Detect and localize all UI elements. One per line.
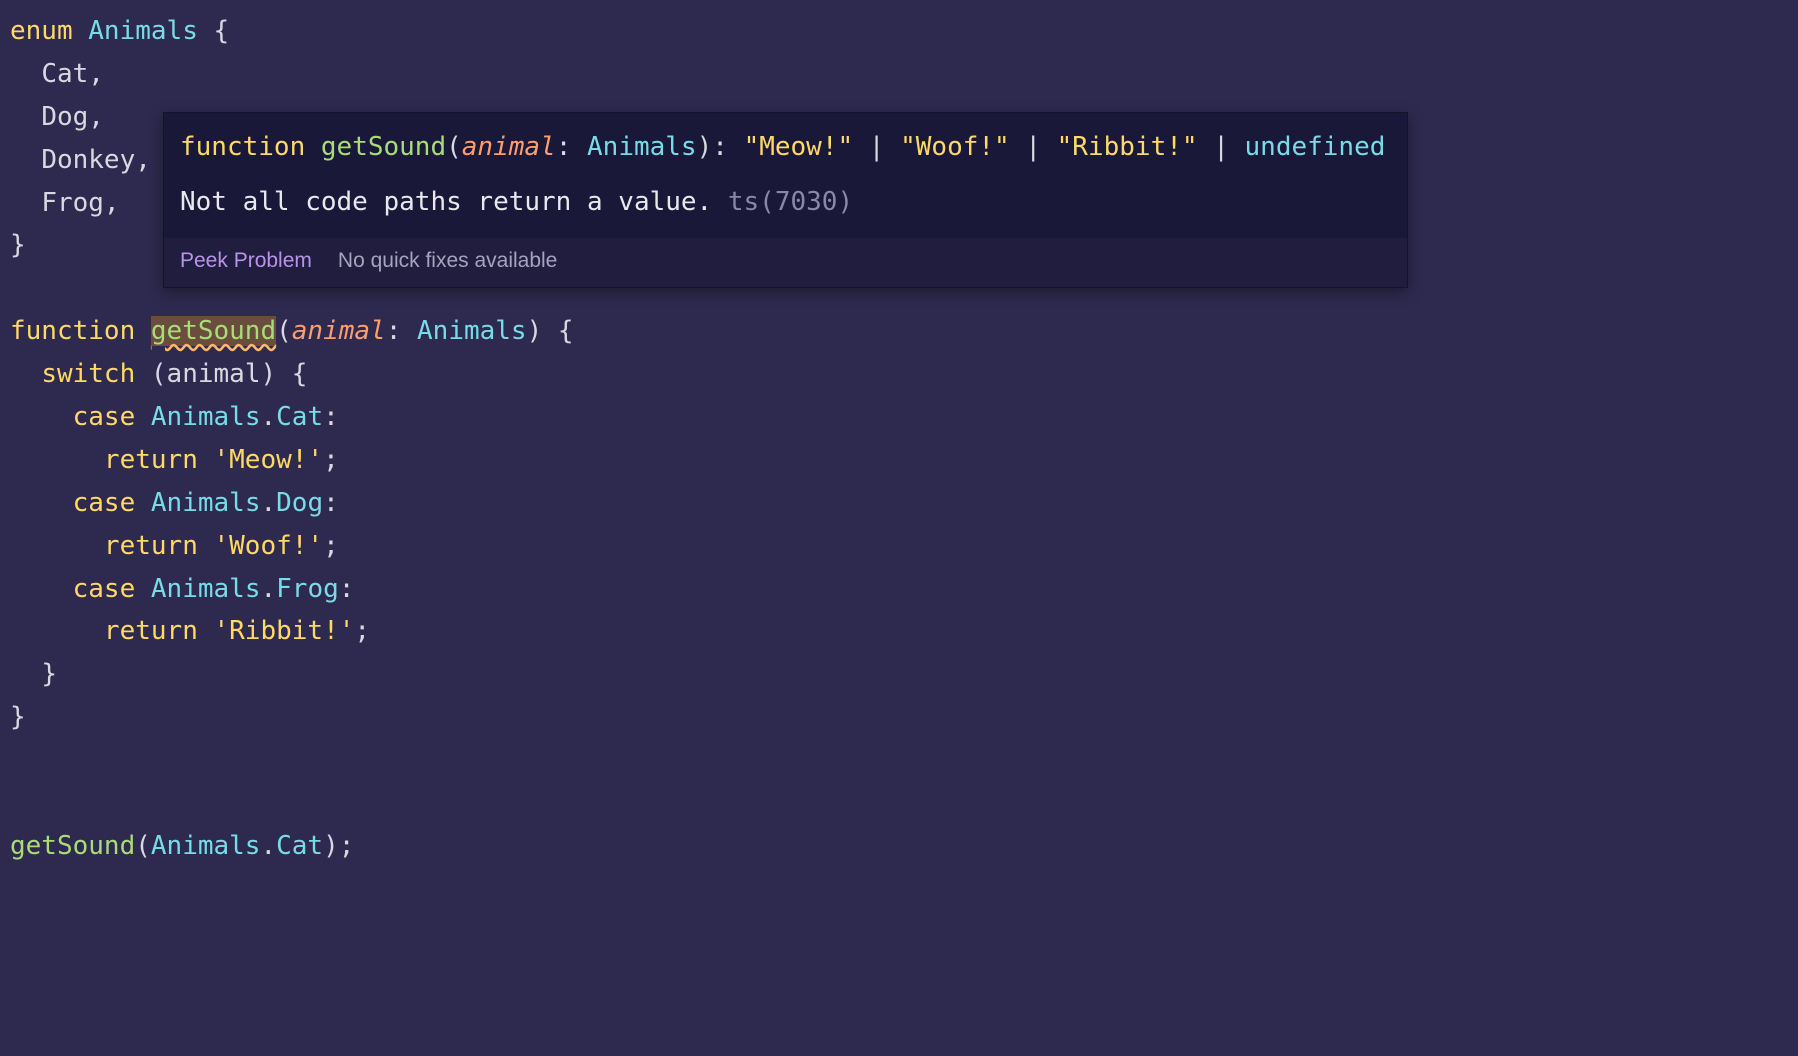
keyword-return: return [104, 445, 198, 475]
enum-prop: Dog [276, 488, 323, 518]
keyword-return: return [104, 531, 198, 561]
hover-error-message: Not all code paths return a value. ts(70… [164, 175, 1407, 238]
enum-member: Cat, [41, 59, 104, 89]
hover-signature: function getSound(animal: Animals): "Meo… [164, 113, 1407, 175]
param-name: animal [292, 316, 386, 346]
hover-actions-bar: Peek Problem No quick fixes available [164, 238, 1407, 287]
enum-member: Frog, [41, 188, 119, 218]
keyword-return: return [104, 616, 198, 646]
keyword-enum: enum [10, 16, 73, 46]
peek-problem-link[interactable]: Peek Problem [180, 244, 312, 279]
function-call: getSound [10, 831, 135, 861]
enum-member: Donkey, [41, 145, 151, 175]
keyword-switch: switch [41, 359, 135, 389]
keyword-case: case [73, 402, 136, 432]
no-quick-fix-label: No quick fixes available [338, 244, 557, 279]
string-literal: 'Ribbit!' [214, 616, 355, 646]
error-text: Not all code paths return a value. [180, 187, 712, 217]
string-literal: 'Meow!' [214, 445, 324, 475]
hover-tooltip: function getSound(animal: Animals): "Meo… [163, 112, 1408, 288]
error-code: ts(7030) [728, 187, 853, 217]
keyword-function: function [10, 316, 135, 346]
keyword-case: case [73, 574, 136, 604]
enum-member: Dog, [41, 102, 104, 132]
type-name: Animals [88, 16, 198, 46]
param-type: Animals [417, 316, 527, 346]
enum-prop: Frog [276, 574, 339, 604]
string-literal: 'Woof!' [214, 531, 324, 561]
keyword-case: case [73, 488, 136, 518]
function-name-error[interactable]: getSound [151, 316, 276, 346]
enum-prop: Cat [276, 402, 323, 432]
